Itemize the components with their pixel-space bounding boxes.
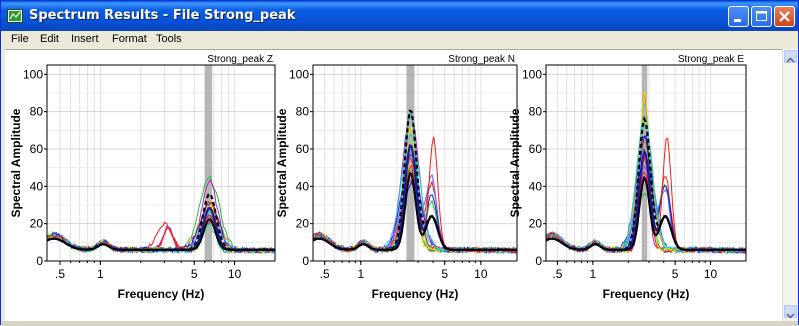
y-tick-label: 100 [289,67,309,81]
chart-title: Strong_peak Z [207,54,273,65]
y-tick-label: 20 [30,217,44,231]
window-title: Spectrum Results - File Strong_peak [29,8,296,23]
spectrum-charts: Strong_peak Z020406080100.5 1 5 10Frequency… [9,54,747,301]
chart-title: Strong_peak N [448,54,515,65]
peak-band [204,65,213,261]
chart-title: Strong_peak E [678,54,744,65]
x-axis-label: Frequency (Hz) [372,287,459,301]
spectrum-panel-0: Strong_peak Z 0 20 40 60 80 100 .5 1 5 10 Frequency… [9,54,276,301]
plot-background [47,65,275,261]
x-tick-label: 1 [590,267,597,281]
scroll-down-arrow-icon[interactable] [784,305,797,319]
minimize-icon [734,19,741,22]
menu-tools[interactable]: Tools [156,33,182,45]
menu-edit[interactable]: Edit [40,33,59,45]
title-bar[interactable]: Spectrum Results - File Strong_peak [1,1,798,31]
x-tick-label: 5 [191,267,198,281]
scroll-up-arrow-icon[interactable] [784,50,797,63]
x-tick-label: .5 [552,267,562,281]
x-tick-label: .5 [55,267,65,281]
charts-area: Strong_peak Z 0 20 40 60 80 100.5 1 5 10 Frequency… [5,49,782,322]
vertical-scrollbar[interactable] [782,49,798,321]
app-chart-icon [7,9,23,23]
spectrum-panel-1: Strong_peak N 0 20 40 60 80 100 .5 1 5 10 Frequency… [275,54,518,301]
x-tick-label: 5 [441,267,448,281]
y-tick-label: 80 [30,105,44,119]
menu-bar: File Edit Insert Format Tools [2,31,798,49]
x-tick-label: 10 [704,267,718,281]
y-axis-label: Spectral Amplitude [508,108,522,217]
menu-file[interactable]: File [11,33,29,45]
y-tick-label: 40 [296,179,310,193]
x-axis-label: Frequency (Hz) [603,287,690,301]
x-tick-label: .5 [320,267,330,281]
y-tick-label: 20 [296,217,310,231]
y-tick-label: 40 [30,179,44,193]
y-axis-label: Spectral Amplitude [275,108,289,217]
x-tick-label: 1 [97,267,104,281]
x-tick-label: 5 [672,267,679,281]
maximize-icon [756,11,767,21]
y-tick-label: 20 [529,217,543,231]
maximize-button[interactable] [751,6,772,27]
minimize-button[interactable] [728,6,749,27]
y-tick-label: 80 [529,105,543,119]
y-tick-label: 0 [36,254,43,268]
y-tick-label: 60 [30,142,44,156]
y-tick-label: 100 [23,67,43,81]
y-tick-label: 60 [296,142,310,156]
y-tick-label: 60 [529,142,543,156]
y-tick-label: 100 [522,67,542,81]
x-axis-label: Frequency (Hz) [118,287,205,301]
y-tick-label: 40 [529,179,543,193]
close-button[interactable] [774,6,795,27]
status-strip [1,321,798,326]
spectrum-results-window: Spectrum Results - File Strong_peak File… [0,0,799,326]
close-icon [779,11,790,22]
spectrum-panel-2: Strong_peak E 0 20 40 60 80 100 .5 1 5 10 Frequency… [508,54,747,301]
menu-format[interactable]: Format [112,33,147,45]
y-tick-label: 80 [296,105,310,119]
y-tick-label: 0 [535,254,542,268]
y-axis-label: Spectral Amplitude [9,108,23,217]
menu-insert[interactable]: Insert [71,33,99,45]
x-tick-label: 10 [474,267,488,281]
x-tick-label: 1 [357,267,364,281]
y-tick-label: 0 [302,254,309,268]
x-tick-label: 10 [228,267,242,281]
